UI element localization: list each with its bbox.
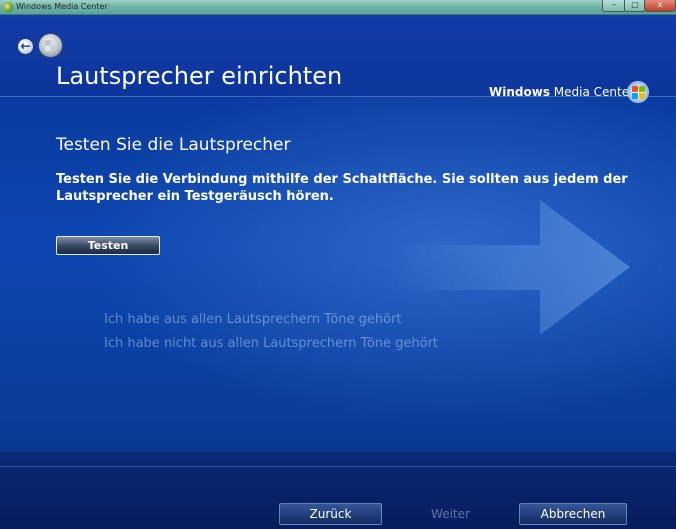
back-button[interactable]: Zurück (279, 503, 382, 525)
page-title: Lautsprecher einrichten (56, 62, 343, 90)
minimize-button[interactable]: – (602, 0, 626, 12)
window-titlebar[interactable]: Windows Media Center – □ x (0, 0, 676, 15)
footer-divider (0, 466, 676, 467)
option-heard-all[interactable]: Ich habe aus allen Lautsprechern Töne ge… (104, 311, 402, 329)
maximize-button[interactable]: □ (624, 0, 646, 12)
test-button[interactable]: Testen (56, 236, 160, 255)
app-icon (3, 2, 13, 12)
close-button[interactable]: x (644, 0, 676, 12)
brand-name-rest: Media Center (549, 85, 635, 99)
media-center-logo-icon (627, 81, 649, 103)
instructions-text: Testen Sie die Verbindung mithilfe der S… (56, 172, 628, 204)
windows-start-orb-icon[interactable] (38, 33, 63, 58)
cancel-button[interactable]: Abbrechen (519, 503, 627, 525)
brand-name-bold: Windows (489, 85, 550, 99)
decorative-arrow-icon (390, 200, 630, 335)
brand-label: Windows Media Center (489, 84, 634, 100)
content-area: ← Lautsprecher einrichten Windows Media … (0, 15, 676, 529)
back-arrow-button[interactable]: ← (17, 38, 34, 55)
window-title: Windows Media Center (16, 2, 108, 11)
next-button[interactable]: Weiter (399, 503, 502, 525)
section-heading: Testen Sie die Lautsprecher (56, 135, 291, 155)
media-center-window: Windows Media Center – □ x ← Lautspreche… (0, 0, 676, 529)
option-not-heard-all[interactable]: Ich habe nicht aus allen Lautsprechern T… (104, 335, 438, 353)
